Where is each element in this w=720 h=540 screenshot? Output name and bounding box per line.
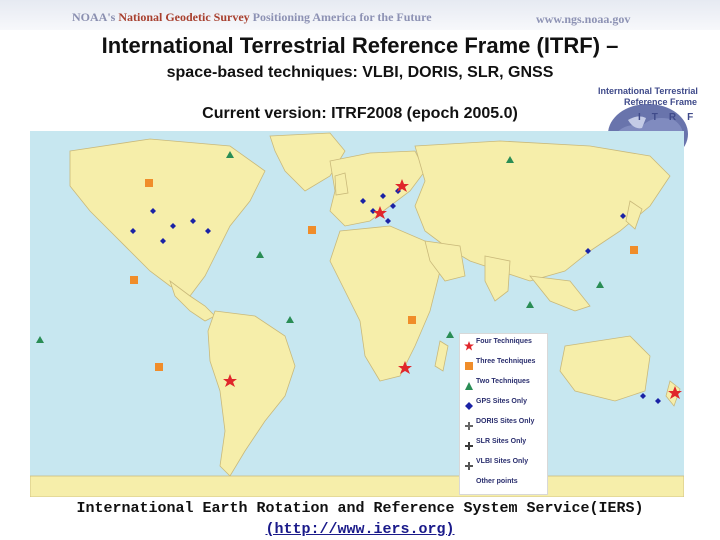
legend-label: SLR Sites Only [476,438,527,445]
legend-label: VLBI Sites Only [476,458,529,465]
africa [329,225,441,382]
slide-title: International Terrestrial Reference Fram… [101,33,619,58]
footer-text: International Earth Rotation and Referen… [76,500,644,517]
square-symbol-icon [465,362,473,370]
org-name: NOAA's [72,10,116,24]
legend-item: Other points [460,478,547,498]
logo-letters: ITRF [638,112,705,123]
southeast-asia [529,275,591,312]
north-america [69,138,266,297]
plus-symbol-icon [465,462,473,470]
legend-item: DORIS Sites Only [460,418,547,438]
legend-item: Three Techniques [460,358,547,378]
agency-banner: NOAA's National Geodetic Survey Position… [72,10,432,24]
legend-item: SLR Sites Only [460,438,547,458]
india [484,255,511,302]
legend-item: Two Techniques [460,378,547,398]
plus-symbol-icon [465,442,473,450]
legend-label: Three Techniques [476,358,536,365]
south-america [207,310,296,477]
legend-label: GPS Sites Only [476,398,527,405]
land-masses [30,132,684,497]
agency-url[interactable]: www.ngs.noaa.gov [536,12,630,27]
legend-item: Four Techniques [460,338,547,358]
header-bar: NOAA's National Geodetic Survey Position… [0,0,720,30]
legend-label: DORIS Sites Only [476,418,535,425]
world-map [30,131,684,497]
legend: Four Techniques Three Techniques Two Techn… [459,333,548,495]
agency-name: National Geodetic Survey [118,10,250,24]
australia [559,335,651,402]
iers-link[interactable]: (http://www.iers.org) [0,521,720,538]
none-symbol-icon [464,481,474,491]
legend-item: GPS Sites Only [460,398,547,418]
agency-tagline: Positioning America for the Future [252,10,432,24]
madagascar [434,340,449,372]
triangle-symbol-icon [465,382,473,390]
diamond-symbol-icon [465,402,473,410]
plus-symbol-icon [465,422,473,430]
legend-label: Other points [476,478,518,485]
slide-subtitle: space-based techniques: VLBI, DORIS, SLR… [166,64,554,81]
legend-item: VLBI Sites Only [460,458,547,478]
world-map-svg [30,132,684,497]
legend-label: Four Techniques [476,338,532,345]
antarctica [30,475,684,497]
legend-label: Two Techniques [476,378,530,385]
star-symbol-icon [464,341,474,351]
